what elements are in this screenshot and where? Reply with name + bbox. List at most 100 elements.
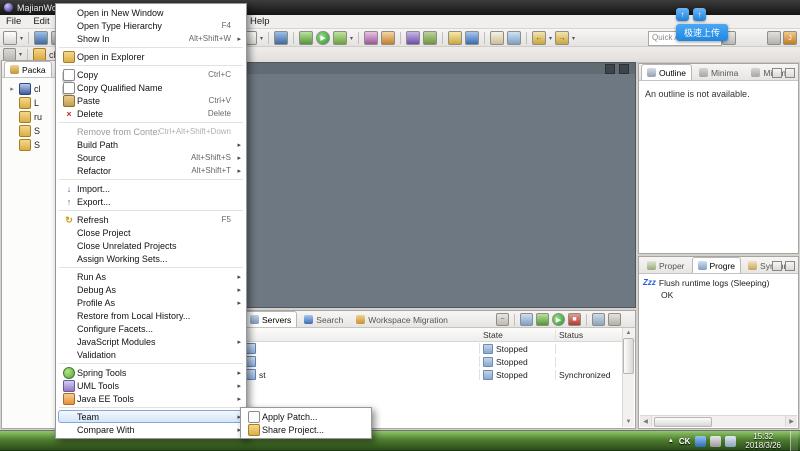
menu-item-refresh[interactable]: ↻ Refresh F5 — [58, 213, 244, 226]
show-desktop-button[interactable] — [790, 431, 798, 451]
server-row[interactable]: st Stopped Synchronized — [242, 368, 635, 381]
progress-horizontal-scrollbar[interactable]: ◀ ▶ — [640, 415, 797, 427]
menu-file[interactable]: File — [0, 16, 27, 27]
menu-item-java-ee-tools[interactable]: Java EE Tools ▸ — [58, 392, 244, 405]
scrollbar-thumb[interactable] — [654, 416, 712, 427]
menu-item-open-type-hierarchy[interactable]: Open Type Hierarchy F4 — [58, 19, 244, 32]
menu-help[interactable]: Help — [244, 16, 276, 27]
servers-vertical-scrollbar[interactable]: ▲ ▼ — [622, 328, 634, 427]
caret-icon[interactable]: ▾ — [20, 35, 23, 42]
scrollbar-thumb[interactable] — [623, 338, 634, 374]
volume-icon[interactable] — [710, 435, 722, 447]
outline-tab-minima[interactable]: Minima — [693, 64, 744, 80]
coverage-icon[interactable] — [381, 31, 396, 45]
open-perspective-icon[interactable] — [767, 31, 781, 45]
bookmark-icon[interactable] — [490, 31, 505, 45]
menu-item-spring-tools[interactable]: Spring Tools ▸ — [58, 366, 244, 379]
new-icon[interactable] — [3, 31, 17, 45]
caret-icon[interactable]: ▾ — [19, 51, 22, 58]
menu-item-configure-facets[interactable]: Configure Facets... — [58, 322, 244, 335]
java-ee-perspective-icon[interactable]: J — [783, 31, 797, 45]
caret-icon[interactable]: ▾ — [350, 35, 353, 42]
servers-tab-workspace-migration[interactable]: Workspace Migration — [350, 311, 454, 327]
menu-item-close-unrelated-projects[interactable]: Close Unrelated Projects — [58, 239, 244, 252]
ime-icon[interactable] — [695, 435, 707, 447]
menu-item-paste[interactable]: Paste Ctrl+V — [58, 94, 244, 107]
collapse-all-icon[interactable]: − — [496, 313, 509, 326]
menu-item-delete[interactable]: × Delete Delete — [58, 107, 244, 120]
menu-item-show-in[interactable]: Show In Alt+Shift+W ▸ — [58, 32, 244, 45]
submenu-item-apply-patch[interactable]: Apply Patch... — [243, 410, 369, 423]
back-icon[interactable]: ← — [532, 31, 547, 45]
publish-icon[interactable] — [592, 313, 605, 326]
save-icon[interactable] — [274, 31, 289, 45]
menu-item-restore-from-local-history[interactable]: Restore from Local History... — [58, 309, 244, 322]
caret-icon[interactable]: ▾ — [572, 35, 575, 42]
menu-item-team[interactable]: Team▸ — [58, 410, 244, 423]
language-indicator[interactable]: CK — [679, 437, 691, 446]
search-icon[interactable] — [465, 31, 480, 45]
menu-item-javascript-modules[interactable]: JavaScript Modules ▸ — [58, 335, 244, 348]
menu-item-source[interactable]: Source Alt+Shift+S ▸ — [58, 151, 244, 164]
menu-edit[interactable]: Edit — [27, 16, 55, 27]
submenu-item-share-project[interactable]: Share Project... — [243, 423, 369, 436]
debug-icon[interactable] — [299, 31, 314, 45]
new-server-icon[interactable] — [520, 313, 533, 326]
taskbar-clock[interactable]: 15:32 2018/3/26 — [741, 432, 785, 450]
menu-item-close-project[interactable]: Close Project — [58, 226, 244, 239]
menu-item-uml-tools[interactable]: UML Tools ▸ — [58, 379, 244, 392]
open-type-icon[interactable] — [448, 31, 463, 45]
menu-item-run-as[interactable]: Run As ▸ — [58, 270, 244, 283]
menu-item-open-in-explorer[interactable]: Open in Explorer — [58, 50, 244, 63]
maximize-view-icon[interactable] — [785, 261, 795, 271]
tree-expand-icon[interactable]: ▸ — [8, 85, 16, 93]
new-java-project-icon[interactable] — [406, 31, 421, 45]
java-class-icon[interactable] — [423, 31, 438, 45]
server-row[interactable]: Stopped — [242, 342, 635, 355]
outline-tab-outline[interactable]: Outline — [641, 64, 692, 80]
menu-item-copy-qualified-name[interactable]: Copy Qualified Name — [58, 81, 244, 94]
servers-tab-search[interactable]: Search — [298, 311, 349, 327]
minimize-view-icon[interactable] — [772, 261, 782, 271]
profile-icon[interactable] — [364, 31, 379, 45]
stop-server-icon[interactable]: ■ — [568, 313, 581, 326]
tray-expand-button[interactable]: ▲ — [668, 438, 674, 444]
debug-server-icon[interactable] — [536, 313, 549, 326]
servers-tab-servers[interactable]: Servers — [244, 311, 298, 327]
scroll-left-icon[interactable]: ◀ — [640, 416, 652, 427]
progress-tab-proper[interactable]: Proper — [641, 257, 691, 273]
cloud-upload-icon[interactable]: ↑ — [676, 8, 689, 21]
minimize-view-icon[interactable] — [772, 68, 782, 78]
menu-item-copy[interactable]: Copy Ctrl+C — [58, 68, 244, 81]
caret-icon[interactable]: ▾ — [260, 35, 263, 42]
editor-maximize-icon[interactable] — [619, 63, 629, 74]
scroll-up-icon[interactable]: ▲ — [626, 328, 632, 338]
task-icon[interactable] — [507, 31, 522, 45]
menu-item-export[interactable]: ↑ Export... — [58, 195, 244, 208]
run-icon[interactable]: ▶ — [316, 31, 331, 45]
forward-icon[interactable]: → — [555, 31, 570, 45]
menu-item-import[interactable]: ↓ Import... — [58, 182, 244, 195]
run-history-icon[interactable] — [333, 31, 348, 45]
menu-item-build-path[interactable]: Build Path ▸ — [58, 138, 244, 151]
cloud-sync-icon[interactable]: ↑ — [693, 8, 706, 21]
clean-icon[interactable] — [608, 313, 621, 326]
menu-item-assign-working-sets[interactable]: Assign Working Sets... — [58, 252, 244, 265]
network-icon[interactable] — [725, 435, 737, 447]
editor-area[interactable] — [241, 62, 636, 308]
scroll-down-icon[interactable]: ▼ — [626, 417, 632, 427]
start-server-icon[interactable]: ▶ — [552, 313, 565, 326]
column-state[interactable]: State — [480, 329, 556, 340]
tab-package-explorer[interactable]: Packa — [4, 61, 52, 77]
menu-item-refactor[interactable]: Refactor Alt+Shift+T ▸ — [58, 164, 244, 177]
menu-item-compare-with[interactable]: Compare With▸ — [58, 423, 244, 436]
server-row[interactable]: Stopped — [242, 355, 635, 368]
menu-item-remove-from-context[interactable]: Remove from Context Ctrl+Alt+Shift+Down — [58, 125, 244, 138]
caret-icon[interactable]: ▾ — [549, 35, 552, 42]
editor-minimize-icon[interactable] — [605, 63, 615, 74]
menu-item-debug-as[interactable]: Debug As ▸ — [58, 283, 244, 296]
fast-upload-badge[interactable]: 极速上传 — [676, 24, 729, 41]
menu-item-profile-as[interactable]: Profile As ▸ — [58, 296, 244, 309]
maximize-view-icon[interactable] — [785, 68, 795, 78]
menu-item-open-in-new-window[interactable]: Open in New Window — [58, 6, 244, 19]
